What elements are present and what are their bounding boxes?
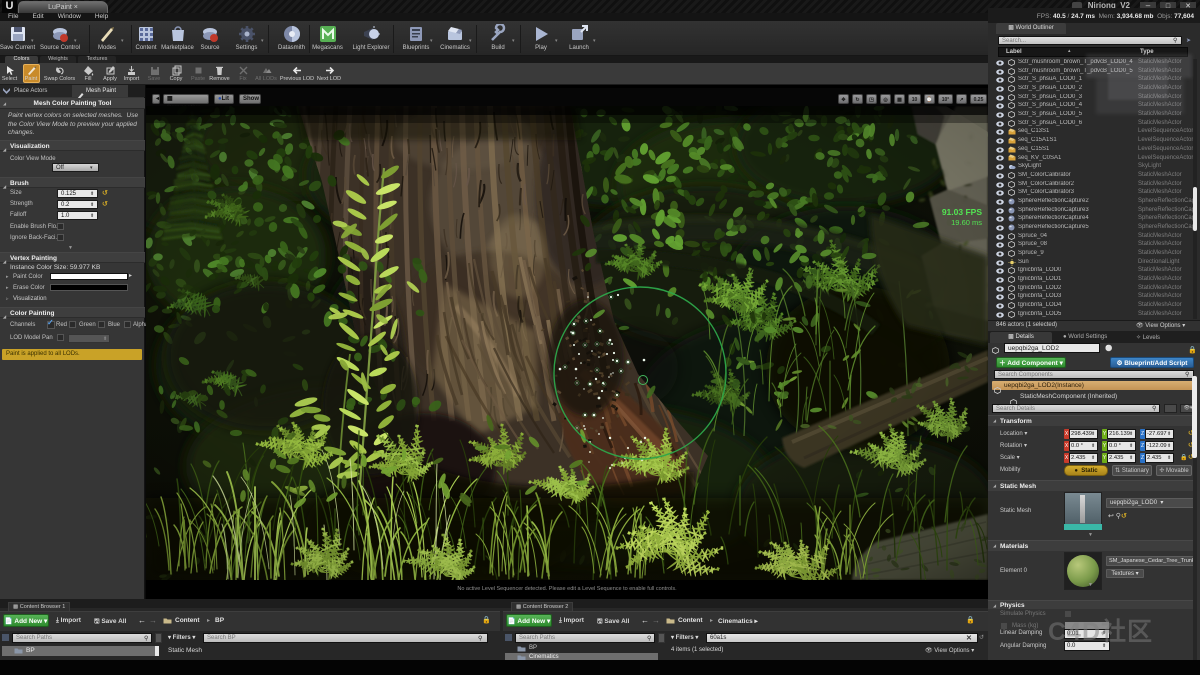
svg-text:91.03 FPS: 91.03 FPS (942, 207, 982, 217)
svg-text:19.60 ms: 19.60 ms (951, 218, 982, 227)
